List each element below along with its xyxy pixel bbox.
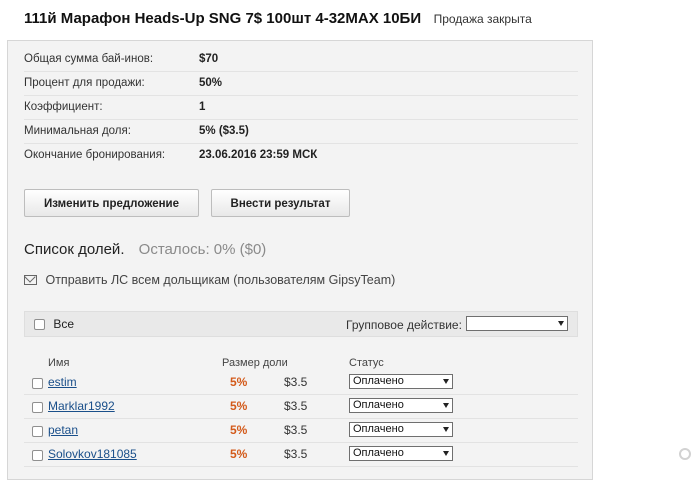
status-select[interactable]: Оплачено xyxy=(349,446,453,461)
group-action-label: Групповое действие: xyxy=(346,318,462,332)
share-amount: $3.5 xyxy=(284,447,308,461)
status-value: Оплачено xyxy=(353,423,404,435)
share-percent: 5% xyxy=(230,423,248,437)
column-header-name: Имя xyxy=(48,357,70,369)
share-amount: $3.5 xyxy=(284,375,308,389)
column-header-share-size: Размер доли xyxy=(222,357,288,369)
row-checkbox[interactable] xyxy=(32,426,43,437)
send-message-label: Отправить ЛС всем дольщикам (пользовател… xyxy=(45,273,396,287)
info-label: Окончание бронирования: xyxy=(24,149,166,161)
share-amount: $3.5 xyxy=(284,423,308,437)
status-value: Оплачено xyxy=(353,447,404,459)
shares-list-title: Список долей. xyxy=(24,241,125,258)
row-checkbox[interactable] xyxy=(32,402,43,413)
info-row-total-buyins: Общая сумма бай-инов: $70 xyxy=(24,47,578,72)
shares-remaining: Осталось: 0% ($0) xyxy=(138,241,267,258)
user-link[interactable]: petan xyxy=(48,423,78,437)
page-title: 111й Марафон Heads-Up SNG 7$ 100шт 4-32M… xyxy=(24,10,422,27)
info-value: 5% ($3.5) xyxy=(199,125,249,137)
table-row: petan 5% $3.5 Оплачено xyxy=(24,419,578,443)
watermark-logo-icon xyxy=(679,448,691,460)
table-row: estim 5% $3.5 Оплачено xyxy=(24,371,578,395)
select-all-checkbox[interactable] xyxy=(34,319,45,331)
chevron-down-icon xyxy=(443,403,449,408)
info-row-sale-percent: Процент для продажи: 50% xyxy=(24,71,578,96)
info-label: Минимальная доля: xyxy=(24,125,131,137)
select-all-label: Все xyxy=(53,317,75,331)
offer-panel: Общая сумма бай-инов: $70 Процент для пр… xyxy=(7,40,593,480)
info-label: Процент для продажи: xyxy=(24,77,145,89)
share-percent: 5% xyxy=(230,375,248,389)
group-action-select[interactable] xyxy=(466,316,568,331)
column-header-status: Статус xyxy=(349,357,384,369)
header: 111й Марафон Heads-Up SNG 7$ 100шт 4-32M… xyxy=(24,10,532,28)
chevron-down-icon xyxy=(558,321,564,326)
shares-list-heading: Список долей. Осталось: 0% ($0) xyxy=(24,241,266,258)
watermark xyxy=(679,448,694,460)
info-row-min-share: Минимальная доля: 5% ($3.5) xyxy=(24,119,578,144)
share-amount: $3.5 xyxy=(284,399,308,413)
share-percent: 5% xyxy=(230,447,248,461)
sale-status: Продажа закрыта xyxy=(433,12,532,26)
select-all-wrapper: Все xyxy=(34,317,74,331)
send-message-link[interactable]: Отправить ЛС всем дольщикам (пользовател… xyxy=(24,273,395,287)
info-label: Коэффициент: xyxy=(24,101,103,113)
user-link[interactable]: estim xyxy=(48,375,77,389)
status-select[interactable]: Оплачено xyxy=(349,398,453,413)
status-select[interactable]: Оплачено xyxy=(349,422,453,437)
status-value: Оплачено xyxy=(353,399,404,411)
table-row: Marklar1992 5% $3.5 Оплачено xyxy=(24,395,578,419)
info-value: 23.06.2016 23:59 МСК xyxy=(199,149,318,161)
user-link[interactable]: Solovkov181085 xyxy=(48,447,137,461)
chevron-down-icon xyxy=(443,427,449,432)
status-value: Оплачено xyxy=(353,375,404,387)
share-percent: 5% xyxy=(230,399,248,413)
row-checkbox[interactable] xyxy=(32,378,43,389)
chevron-down-icon xyxy=(443,451,449,456)
info-value: 50% xyxy=(199,77,223,89)
edit-offer-button[interactable]: Изменить предложение xyxy=(24,189,199,217)
info-row-booking-end: Окончание бронирования: 23.06.2016 23:59… xyxy=(24,143,578,167)
info-row-coefficient: Коэффициент: 1 xyxy=(24,95,578,120)
status-select[interactable]: Оплачено xyxy=(349,374,453,389)
info-value: 1 xyxy=(199,101,206,113)
chevron-down-icon xyxy=(443,379,449,384)
row-checkbox[interactable] xyxy=(32,450,43,461)
mail-icon xyxy=(24,274,37,285)
enter-result-button[interactable]: Внести результат xyxy=(211,189,350,217)
shares-toolbar: Все Групповое действие: xyxy=(24,311,578,337)
info-value: $70 xyxy=(199,53,219,65)
info-label: Общая сумма бай-инов: xyxy=(24,53,154,65)
table-row: Solovkov181085 5% $3.5 Оплачено xyxy=(24,443,578,467)
user-link[interactable]: Marklar1992 xyxy=(48,399,115,413)
